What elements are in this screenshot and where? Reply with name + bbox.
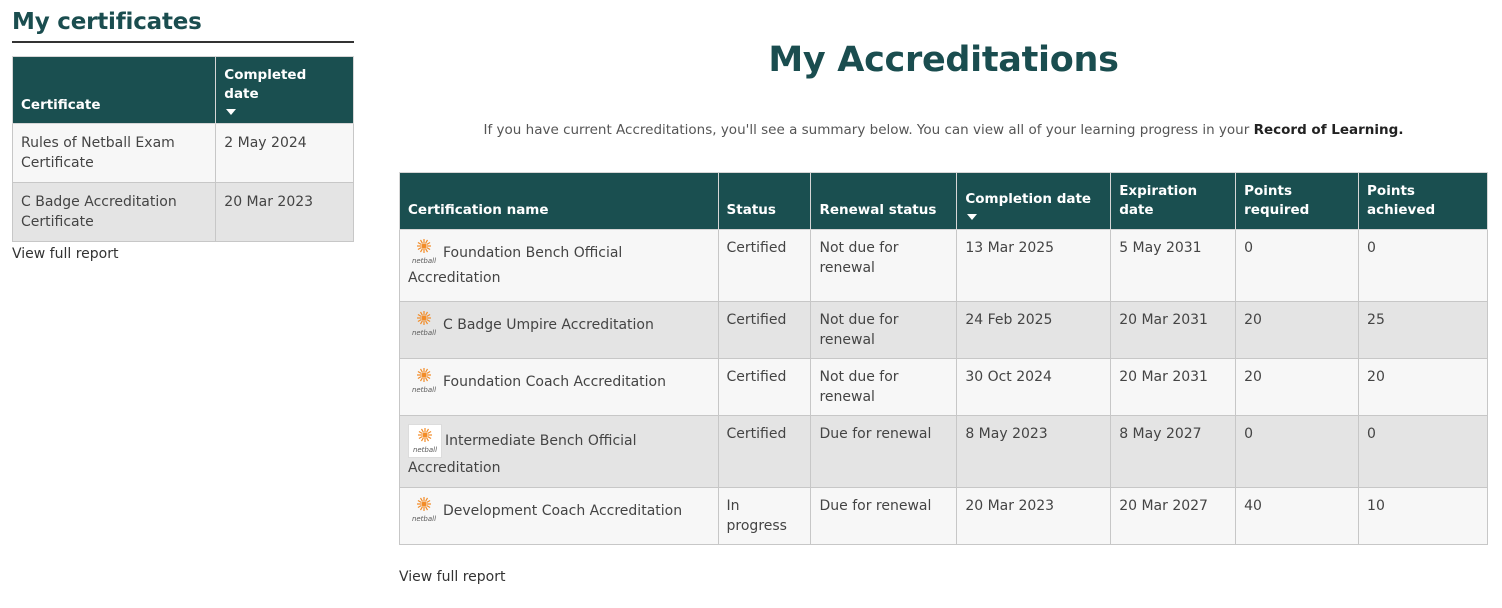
column-header-renewal-status[interactable]: Renewal status <box>810 172 958 230</box>
record-of-learning-link[interactable]: Record of Learning. <box>1254 122 1404 138</box>
certification-name-cell[interactable]: netball Foundation Bench Official Accredi… <box>399 229 719 302</box>
points-achieved-cell: 10 <box>1358 487 1488 545</box>
status-cell: Certified <box>717 229 812 302</box>
accreditations-table: Certification name Status Renewal status… <box>399 172 1488 545</box>
svg-text:netball: netball <box>412 329 436 337</box>
certification-name-cell[interactable]: netball Intermediate Bench Official Accre… <box>399 415 719 488</box>
table-row: netball Development Coach Accreditation In… <box>399 487 1488 545</box>
certification-name[interactable]: Development Coach Accreditation <box>443 503 682 519</box>
certificates-title: My certificates <box>12 9 202 35</box>
title-divider <box>12 41 354 43</box>
renewal-status-cell: Due for renewal <box>810 487 958 545</box>
column-header-status[interactable]: Status <box>717 172 812 230</box>
certificates-table: Certificate Completed date Rules of Netb… <box>11 56 354 242</box>
status-cell: Certified <box>717 358 812 416</box>
completion-date-cell: 24 Feb 2025 <box>956 301 1112 359</box>
intro-text: If you have current Accreditations, you'… <box>399 120 1488 140</box>
netball-logo-icon: netball <box>408 365 440 395</box>
svg-text:netball: netball <box>413 446 437 454</box>
renewal-status-cell: Not due for renewal <box>810 301 958 359</box>
column-header-certification-name[interactable]: Certification name <box>399 172 719 230</box>
column-header-label: Certification name <box>408 202 549 218</box>
netball-logo-icon: netball <box>408 308 440 338</box>
expiration-date-cell: 8 May 2027 <box>1110 415 1237 488</box>
certification-name[interactable]: Foundation Bench Official Accreditation <box>408 245 622 286</box>
points-required-cell: 0 <box>1235 229 1360 302</box>
completed-date: 20 Mar 2023 <box>215 182 354 242</box>
certification-name[interactable]: Foundation Coach Accreditation <box>443 374 666 390</box>
completed-date: 2 May 2024 <box>215 123 354 183</box>
points-achieved-cell: 0 <box>1358 415 1488 488</box>
netball-logo-icon: netball <box>408 424 442 458</box>
certificates-section: My certificates <box>12 6 354 43</box>
column-header-label: Points required <box>1244 183 1310 218</box>
column-header-label: Completion date <box>965 191 1092 207</box>
points-required-cell: 40 <box>1235 487 1360 545</box>
certification-name[interactable]: C Badge Umpire Accreditation <box>443 317 654 333</box>
table-row: netball Intermediate Bench Official Accre… <box>399 415 1488 488</box>
table-row: C Badge Accreditation Certificate 20 Mar… <box>11 182 354 242</box>
points-required-cell: 20 <box>1235 358 1360 416</box>
accreditations-view-full-report-link[interactable]: View full report <box>399 567 505 587</box>
column-header-label: Points achieved <box>1367 183 1436 218</box>
certificates-view-full-report-link[interactable]: View full report <box>12 244 118 264</box>
column-header-label: Certificate <box>21 97 101 113</box>
completion-date-cell: 8 May 2023 <box>956 415 1112 488</box>
accreditations-header-row: Certification name Status Renewal status… <box>399 172 1488 230</box>
intro-text-body: If you have current Accreditations, you'… <box>483 122 1254 138</box>
sort-descending-icon[interactable] <box>226 109 237 115</box>
sort-descending-icon[interactable] <box>967 214 978 220</box>
column-header-expiration-date[interactable]: Expiration date <box>1110 172 1237 230</box>
expiration-date-cell: 20 Mar 2031 <box>1110 358 1237 416</box>
certification-name-cell[interactable]: netball Development Coach Accreditation <box>399 487 719 545</box>
completion-date-cell: 20 Mar 2023 <box>956 487 1112 545</box>
expiration-date-cell: 20 Mar 2027 <box>1110 487 1237 545</box>
column-header-label: Completed date <box>224 67 307 102</box>
points-required-cell: 0 <box>1235 415 1360 488</box>
column-header-points-achieved[interactable]: Points achieved <box>1358 172 1488 230</box>
renewal-status-cell: Due for renewal <box>810 415 958 488</box>
points-achieved-cell: 0 <box>1358 229 1488 302</box>
column-header-points-required[interactable]: Points required <box>1235 172 1360 230</box>
certification-name-cell[interactable]: netball C Badge Umpire Accreditation <box>399 301 719 359</box>
status-cell: Certified <box>717 415 812 488</box>
table-row: netball C Badge Umpire Accreditation Certi… <box>399 301 1488 359</box>
column-header-certificate[interactable]: Certificate <box>11 56 217 124</box>
svg-text:netball: netball <box>412 257 436 265</box>
certificate-name[interactable]: C Badge Accreditation Certificate <box>11 182 217 242</box>
svg-text:netball: netball <box>412 515 436 523</box>
completion-date-cell: 13 Mar 2025 <box>956 229 1112 302</box>
renewal-status-cell: Not due for renewal <box>810 358 958 416</box>
netball-logo-icon: netball <box>408 236 440 266</box>
expiration-date-cell: 20 Mar 2031 <box>1110 301 1237 359</box>
page-title: My Accreditations <box>768 40 1119 80</box>
table-row: netball Foundation Bench Official Accredi… <box>399 229 1488 302</box>
column-header-label: Status <box>726 202 776 218</box>
column-header-completed-date[interactable]: Completed date <box>215 56 354 124</box>
svg-text:netball: netball <box>412 386 436 394</box>
certificates-header-row: Certificate Completed date <box>11 56 354 124</box>
column-header-label: Expiration date <box>1119 183 1198 218</box>
expiration-date-cell: 5 May 2031 <box>1110 229 1237 302</box>
points-achieved-cell: 25 <box>1358 301 1488 359</box>
certificate-name[interactable]: Rules of Netball Exam Certificate <box>11 123 217 183</box>
renewal-status-cell: Not due for renewal <box>810 229 958 302</box>
points-required-cell: 20 <box>1235 301 1360 359</box>
netball-logo-icon: netball <box>408 494 440 524</box>
status-cell: In progress <box>717 487 812 545</box>
certification-name[interactable]: Intermediate Bench Official Accreditatio… <box>408 433 637 476</box>
completion-date-cell: 30 Oct 2024 <box>956 358 1112 416</box>
column-header-label: Renewal status <box>819 202 937 218</box>
table-row: Rules of Netball Exam Certificate 2 May … <box>11 123 354 183</box>
certification-name-cell[interactable]: netball Foundation Coach Accreditation <box>399 358 719 416</box>
column-header-completion-date[interactable]: Completion date <box>956 172 1112 230</box>
table-row: netball Foundation Coach Accreditation Cer… <box>399 358 1488 416</box>
status-cell: Certified <box>717 301 812 359</box>
points-achieved-cell: 20 <box>1358 358 1488 416</box>
